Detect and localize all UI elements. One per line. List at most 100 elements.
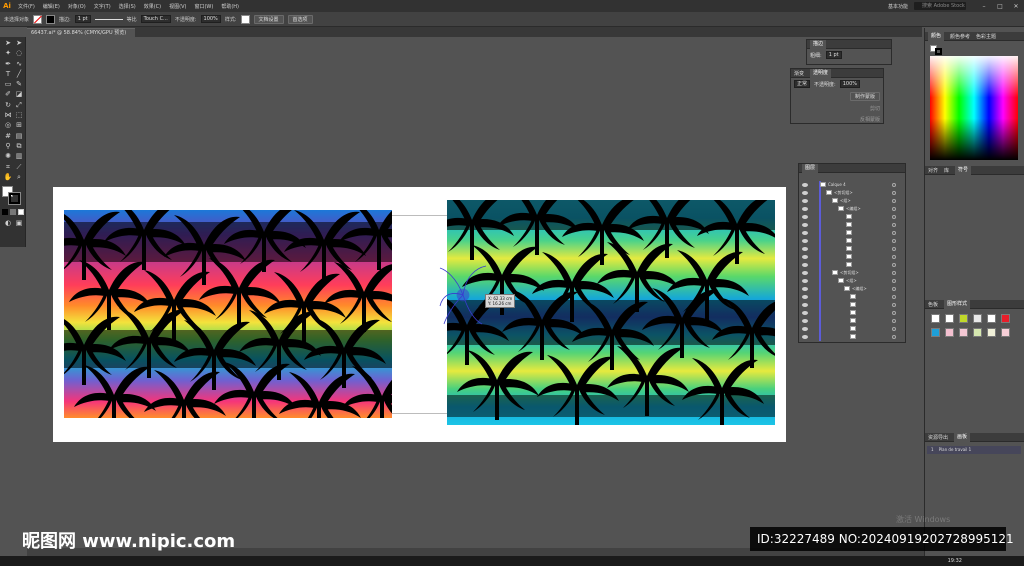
menu-help[interactable]: 帮助(H): [217, 3, 243, 10]
target-icon[interactable]: [892, 214, 896, 219]
layer-row[interactable]: [799, 309, 906, 316]
target-icon[interactable]: [892, 294, 896, 299]
style-swatch[interactable]: [240, 14, 250, 24]
color-swatch[interactable]: [1001, 314, 1010, 323]
tab-symbols[interactable]: 符号: [955, 165, 972, 175]
tab-stroke[interactable]: 描边: [810, 39, 827, 49]
target-icon[interactable]: [892, 286, 896, 291]
target-icon[interactable]: [892, 254, 896, 259]
artboard-list-item[interactable]: 1 Plan de travail 1: [927, 446, 1021, 454]
eye-icon[interactable]: [802, 182, 808, 187]
minimize-icon[interactable]: –: [976, 3, 992, 10]
lasso-icon[interactable]: ◌: [14, 49, 24, 58]
color-swatch[interactable]: [987, 314, 996, 323]
tab-color[interactable]: 颜色: [928, 31, 945, 41]
type-tool-icon[interactable]: T: [3, 70, 13, 79]
blend-tool-icon[interactable]: ⧉: [14, 142, 24, 151]
stock-search-input[interactable]: 搜索 Adobe Stock: [914, 2, 966, 10]
fill-swatch[interactable]: [33, 14, 43, 24]
opacity-field[interactable]: 100%: [200, 15, 221, 23]
eyedropper-icon[interactable]: ⚲: [3, 142, 13, 151]
blend-mode-select[interactable]: 正常: [794, 80, 811, 88]
eye-icon[interactable]: [802, 246, 808, 251]
eye-icon[interactable]: [802, 198, 808, 203]
clip-checkbox[interactable]: 剪切: [870, 105, 880, 112]
column-graph-icon[interactable]: ▥: [14, 152, 24, 161]
tab-color-guide[interactable]: 颜色参考: [950, 33, 970, 40]
document-tab[interactable]: 66437.ai* @ 58.84% (CMYK/GPU 预览): [27, 28, 135, 37]
layer-row[interactable]: [799, 237, 906, 244]
target-icon[interactable]: [892, 318, 896, 323]
eye-icon[interactable]: [802, 326, 808, 331]
tab-swatches[interactable]: 色板: [928, 301, 938, 308]
color-swatch[interactable]: [959, 314, 968, 323]
tab-gradient[interactable]: 渐变: [794, 70, 804, 77]
rotate-tool-icon[interactable]: ↻: [3, 101, 13, 110]
color-swatch[interactable]: [1001, 328, 1010, 337]
eye-icon[interactable]: [802, 334, 808, 339]
tab-asset-export[interactable]: 资源导出: [928, 434, 948, 441]
mesh-tool-icon[interactable]: #: [3, 132, 13, 141]
target-icon[interactable]: [892, 190, 896, 195]
eye-icon[interactable]: [802, 318, 808, 323]
layer-row[interactable]: [799, 213, 906, 220]
curvature-tool-icon[interactable]: ∿: [14, 60, 24, 69]
maximize-icon[interactable]: □: [992, 3, 1008, 10]
layer-row[interactable]: <组>: [799, 197, 906, 204]
menu-object[interactable]: 对象(O): [64, 3, 90, 10]
stroke-swatch[interactable]: [46, 14, 56, 24]
target-icon[interactable]: [892, 198, 896, 203]
color-stroke-icon[interactable]: [935, 48, 942, 55]
scale-tool-icon[interactable]: ⤢: [14, 101, 24, 110]
zoom-tool-icon[interactable]: ⌕: [14, 173, 24, 182]
layer-row[interactable]: [799, 301, 906, 308]
magic-wand-icon[interactable]: ✦: [3, 49, 13, 58]
target-icon[interactable]: [892, 326, 896, 331]
color-spectrum[interactable]: [930, 56, 1018, 160]
target-icon[interactable]: [892, 238, 896, 243]
eye-icon[interactable]: [802, 294, 808, 299]
tab-graphic-styles[interactable]: 图形样式: [944, 299, 971, 309]
brush-dropdown[interactable]: Touch C...: [140, 15, 171, 23]
target-icon[interactable]: [892, 182, 896, 187]
gradient-mode-icon[interactable]: [10, 209, 16, 215]
eye-icon[interactable]: [802, 262, 808, 267]
target-icon[interactable]: [892, 270, 896, 275]
direct-selection-tool-icon[interactable]: ➤: [14, 39, 24, 48]
eye-icon[interactable]: [802, 214, 808, 219]
eye-icon[interactable]: [802, 278, 808, 283]
layer-row[interactable]: Calque 4: [799, 181, 906, 188]
none-mode-icon[interactable]: [18, 209, 24, 215]
preferences-button[interactable]: 首选项: [287, 14, 313, 24]
stroke-color-icon[interactable]: [8, 192, 21, 205]
symbol-sprayer-icon[interactable]: ✺: [3, 152, 13, 161]
tab-align[interactable]: 对齐: [928, 167, 938, 174]
menu-select[interactable]: 选择(S): [115, 3, 140, 10]
slice-tool-icon[interactable]: ⟋: [14, 163, 24, 172]
shape-builder-icon[interactable]: ◎: [3, 121, 13, 130]
target-icon[interactable]: [892, 246, 896, 251]
layer-row[interactable]: [799, 253, 906, 260]
opacity-input-panel[interactable]: 100%: [839, 80, 860, 88]
target-icon[interactable]: [892, 302, 896, 307]
menu-type[interactable]: 文字(T): [90, 3, 115, 10]
color-swatch[interactable]: [987, 328, 996, 337]
selected-palm-outline[interactable]: [438, 262, 488, 328]
stroke-weight-input[interactable]: 1 pt: [825, 51, 842, 59]
color-swatch[interactable]: [931, 328, 940, 337]
eye-icon[interactable]: [802, 190, 808, 195]
artboard-tool-icon[interactable]: ⌗: [3, 163, 13, 172]
layer-row[interactable]: [799, 229, 906, 236]
menu-edit[interactable]: 编辑(E): [39, 3, 64, 10]
menu-file[interactable]: 文件(F): [14, 3, 39, 10]
eye-icon[interactable]: [802, 230, 808, 235]
layer-row[interactable]: [799, 333, 906, 340]
layer-row[interactable]: [799, 293, 906, 300]
tropical-pattern-left[interactable]: [64, 210, 392, 418]
document-setup-button[interactable]: 文档设置: [253, 14, 284, 24]
color-swatch[interactable]: [945, 328, 954, 337]
tab-layers[interactable]: 图层: [802, 163, 819, 173]
eye-icon[interactable]: [802, 302, 808, 307]
perspective-grid-icon[interactable]: ⊞: [14, 121, 24, 130]
eye-icon[interactable]: [802, 254, 808, 259]
